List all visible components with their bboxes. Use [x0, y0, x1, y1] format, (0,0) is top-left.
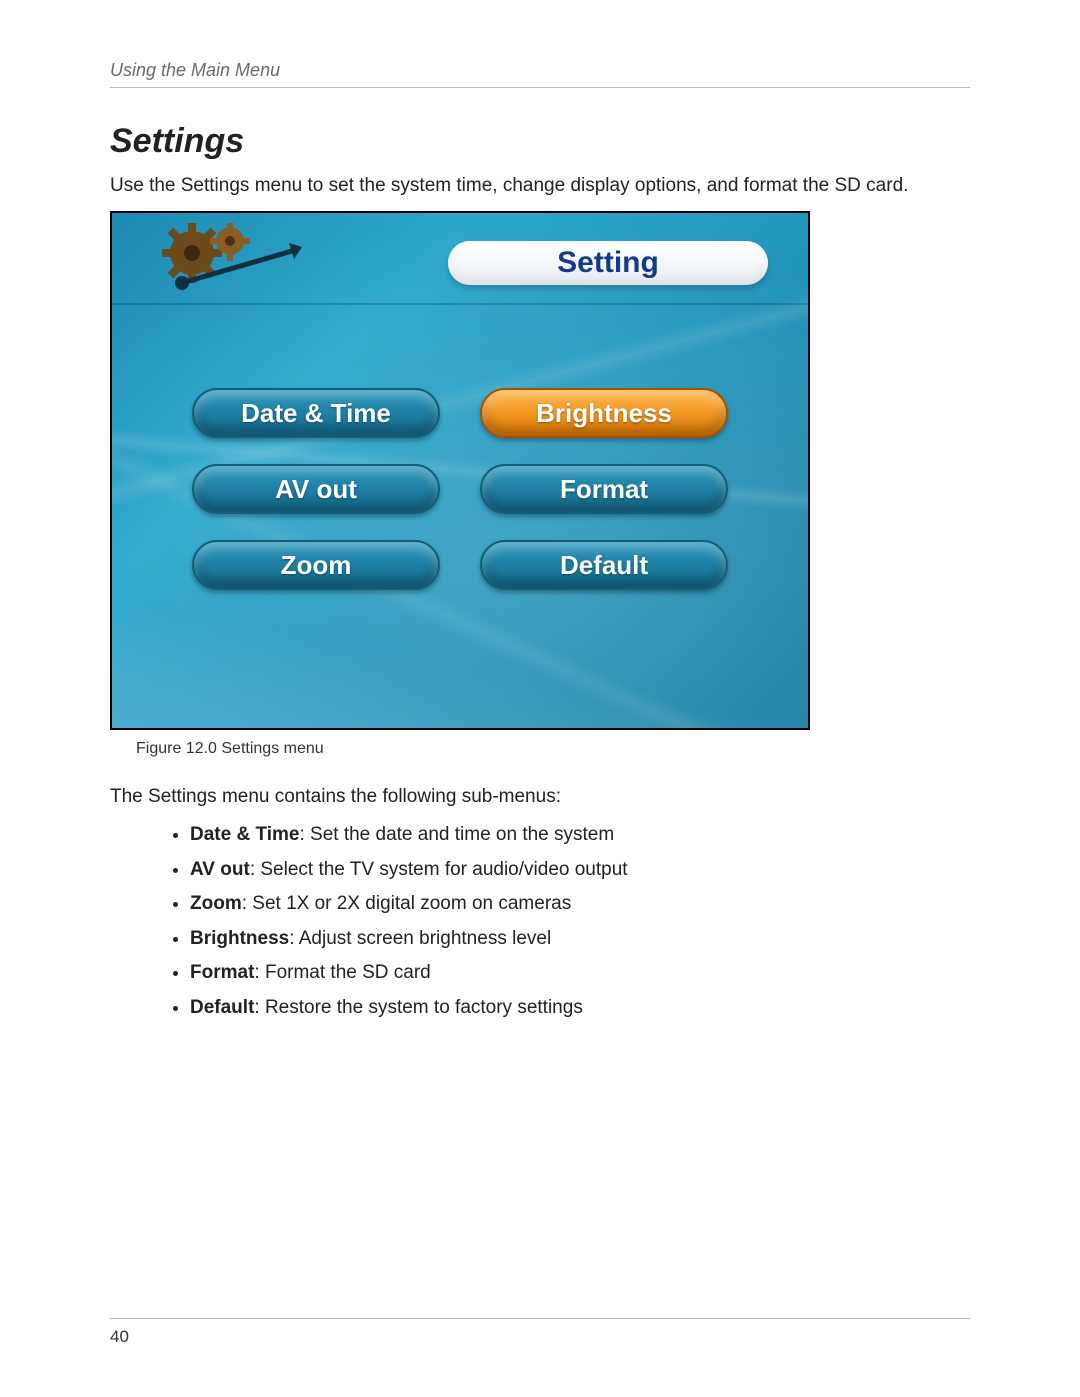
date-time-button[interactable]: Date & Time: [192, 388, 440, 438]
manual-page: Using the Main Menu Settings Use the Set…: [0, 0, 1080, 1397]
list-item: AV out: Select the TV system for audio/v…: [190, 857, 970, 884]
list-item-term: Zoom: [190, 893, 242, 914]
list-item-desc: : Select the TV system for audio/video o…: [250, 859, 628, 880]
brightness-button[interactable]: Brightness: [480, 388, 728, 438]
list-item-desc: : Set the date and time on the system: [299, 824, 614, 845]
screen-header: Setting: [112, 213, 808, 305]
list-item-term: Format: [190, 962, 254, 983]
submenu-intro: The Settings menu contains the following…: [110, 786, 970, 808]
list-item-term: AV out: [190, 859, 250, 880]
list-item-desc: : Adjust screen brightness level: [289, 928, 551, 949]
figure-caption: Figure 12.0 Settings menu: [136, 740, 970, 758]
running-head: Using the Main Menu: [110, 60, 970, 81]
list-item: Brightness: Adjust screen brightness lev…: [190, 926, 970, 953]
list-item-term: Brightness: [190, 928, 289, 949]
list-item: Default: Restore the system to factory s…: [190, 995, 970, 1022]
page-number: 40: [110, 1327, 970, 1347]
list-item-desc: : Format the SD card: [254, 962, 430, 983]
header-rule: [110, 87, 970, 88]
section-title: Settings: [110, 122, 970, 161]
list-item-term: Date & Time: [190, 824, 299, 845]
list-item-desc: : Restore the system to factory settings: [254, 997, 582, 1018]
list-item: Format: Format the SD card: [190, 960, 970, 987]
list-item-desc: : Set 1X or 2X digital zoom on cameras: [242, 893, 572, 914]
settings-screenshot: Setting Date & Time Brightness AV out Fo…: [110, 211, 810, 730]
screen-title-pill: Setting: [448, 241, 768, 285]
gears-wrench-icon: [152, 223, 322, 303]
page-footer: 40: [110, 1318, 970, 1347]
submenu-list: Date & Time: Set the date and time on th…: [110, 822, 970, 1022]
av-out-button[interactable]: AV out: [192, 464, 440, 514]
settings-button-grid: Date & Time Brightness AV out Format Zoo…: [112, 388, 808, 590]
list-item-term: Default: [190, 997, 254, 1018]
list-item: Zoom: Set 1X or 2X digital zoom on camer…: [190, 891, 970, 918]
list-item: Date & Time: Set the date and time on th…: [190, 822, 970, 849]
default-button[interactable]: Default: [480, 540, 728, 590]
footer-rule: [110, 1318, 970, 1319]
screen-background: Setting Date & Time Brightness AV out Fo…: [112, 213, 808, 728]
section-intro: Use the Settings menu to set the system …: [110, 175, 970, 197]
zoom-button[interactable]: Zoom: [192, 540, 440, 590]
format-button[interactable]: Format: [480, 464, 728, 514]
